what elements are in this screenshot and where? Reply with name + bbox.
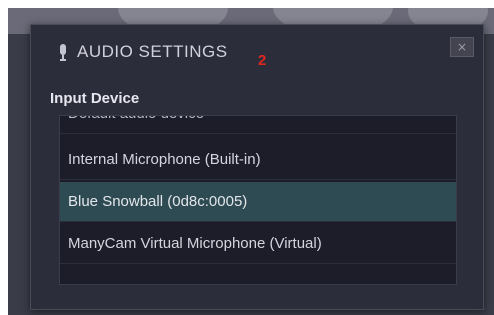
input-device-list[interactable]: Default audio device Internal Microphone… xyxy=(59,115,457,285)
input-device-label: Input Device xyxy=(50,90,140,107)
microphone-icon xyxy=(57,43,69,63)
device-item-manycam-virtual-microphone[interactable]: ManyCam Virtual Microphone (Virtual) xyxy=(60,224,456,264)
device-item-blue-snowball[interactable]: Blue Snowball (0d8c:0005) xyxy=(60,182,456,222)
step-marker: 2 xyxy=(258,52,267,69)
audio-settings-dialog: AUDIO SETTINGS 2 × Input Device Default … xyxy=(30,24,484,310)
device-item-default[interactable]: Default audio device xyxy=(60,116,456,134)
device-item-internal-microphone[interactable]: Internal Microphone (Built-in) xyxy=(60,140,456,180)
dialog-title: AUDIO SETTINGS xyxy=(77,42,228,61)
screen-frame: AUDIO SETTINGS 2 × Input Device Default … xyxy=(8,8,494,315)
close-button[interactable]: × xyxy=(450,37,474,57)
dialog-header: AUDIO SETTINGS 2 × xyxy=(31,25,483,69)
